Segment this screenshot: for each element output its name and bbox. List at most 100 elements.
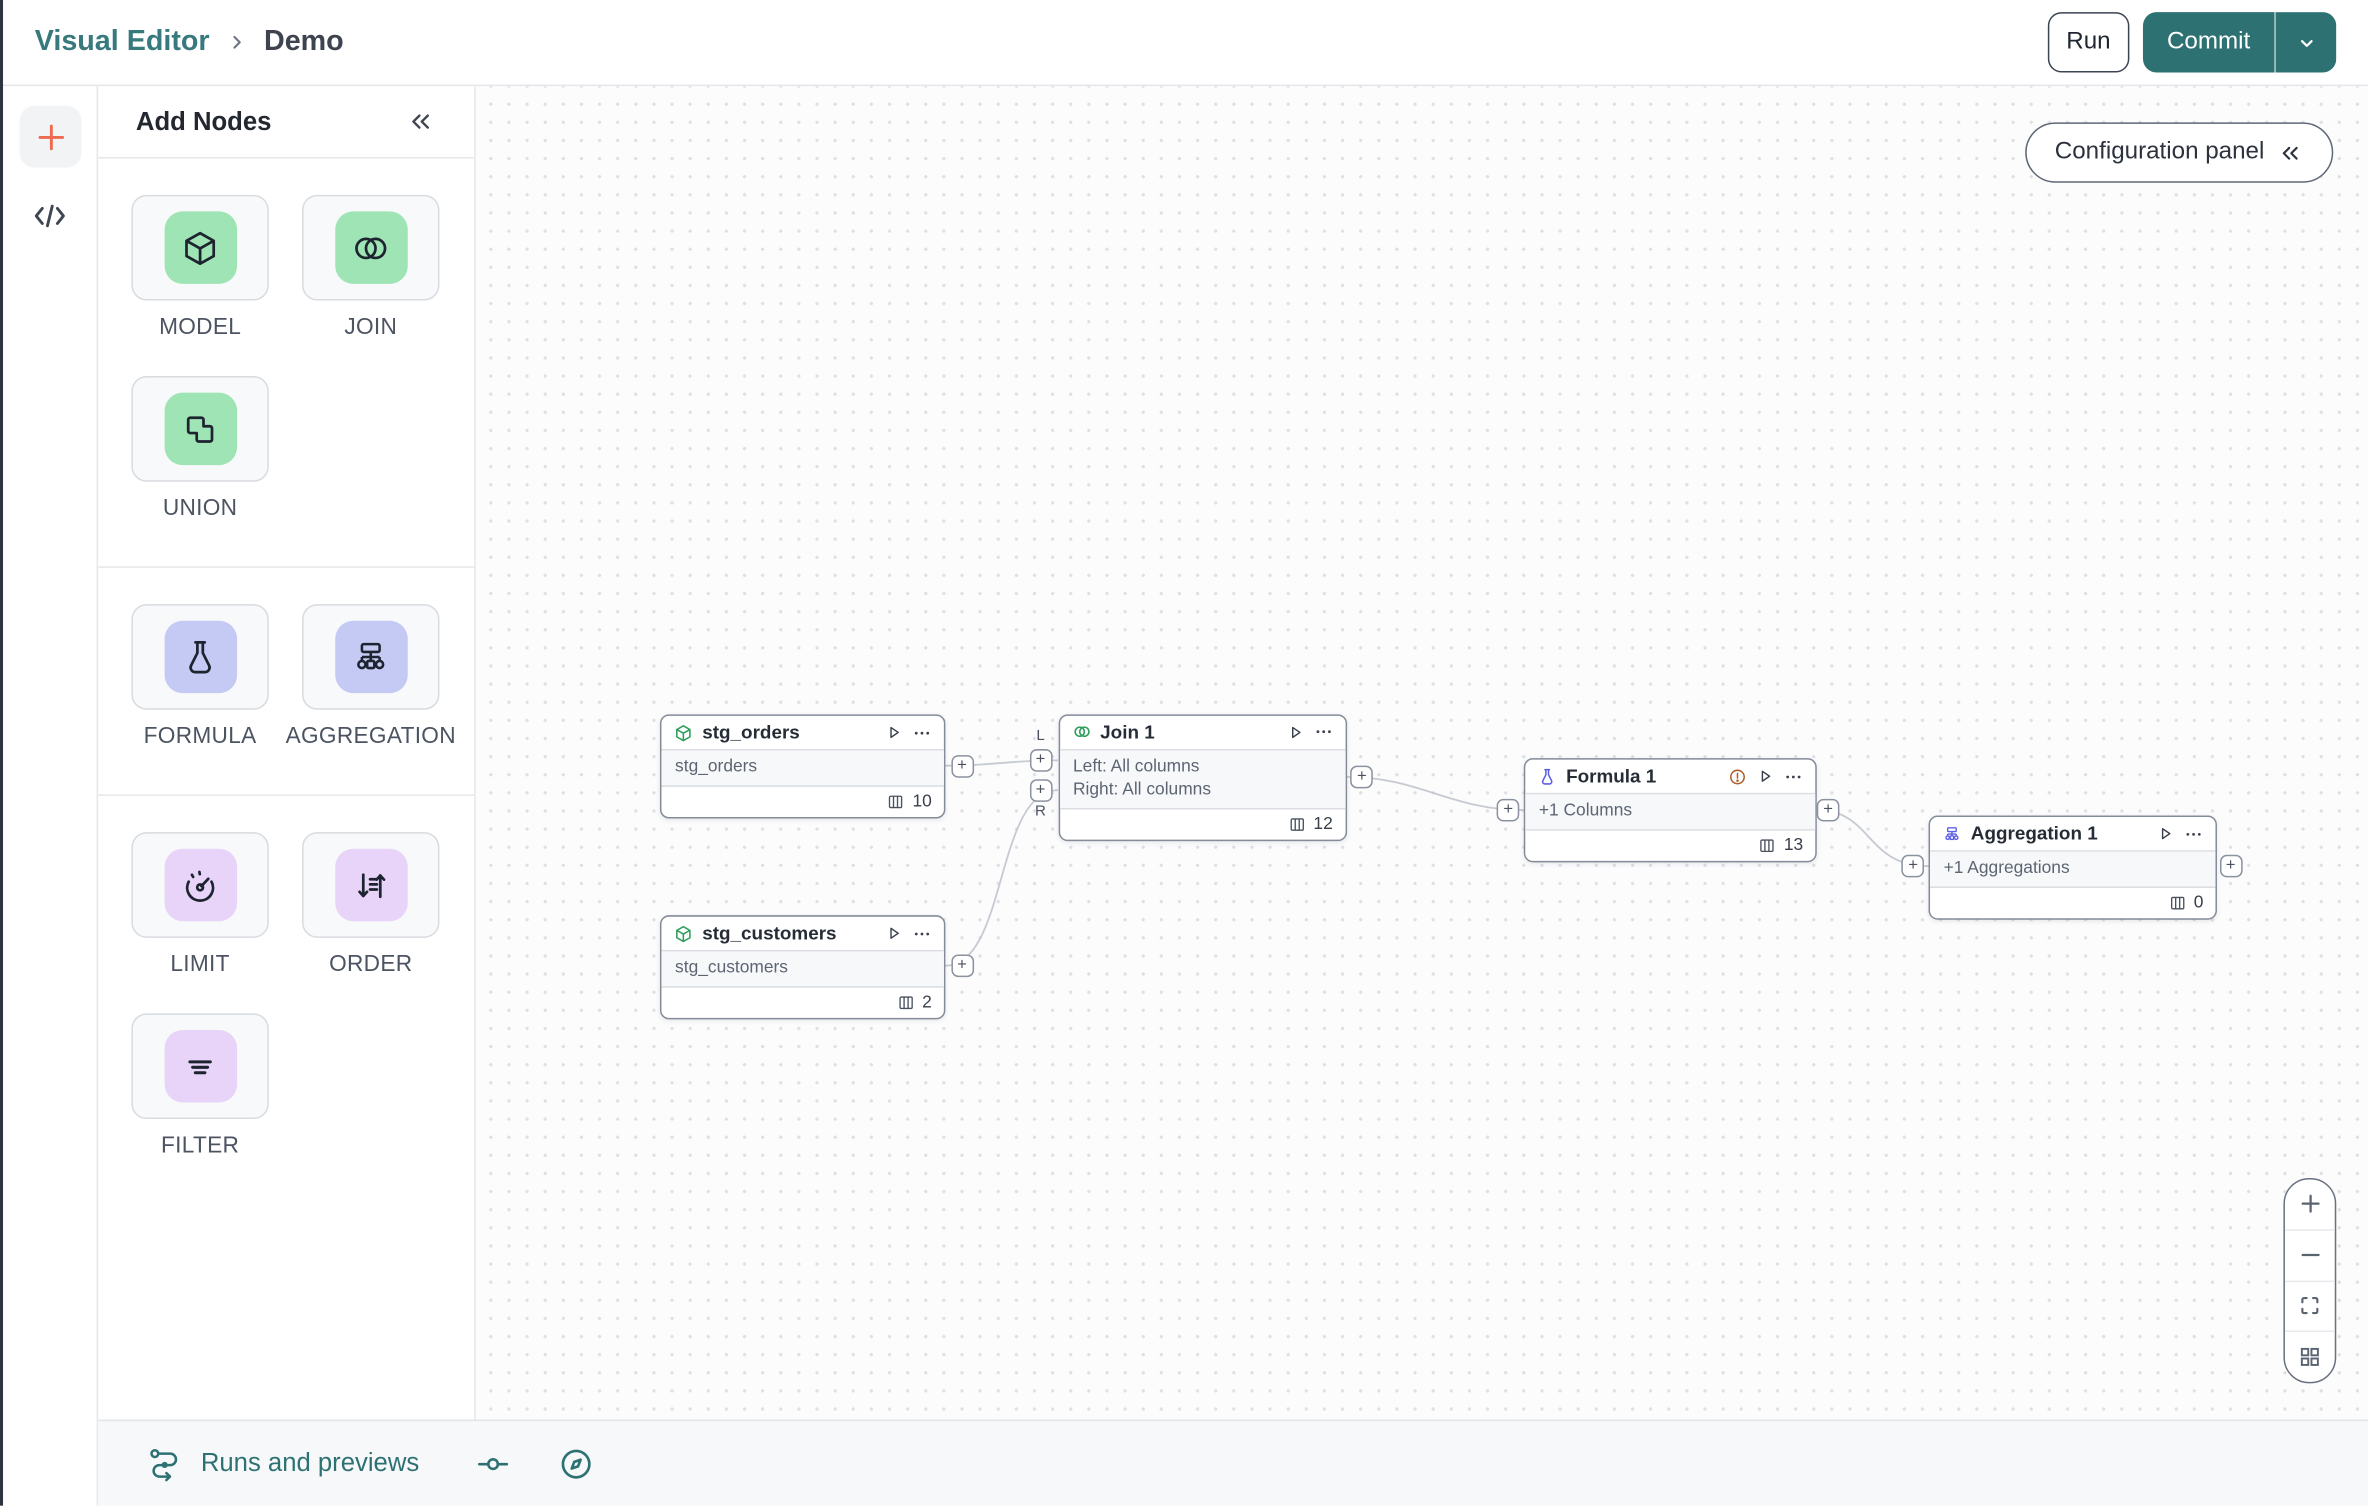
node-menu-icon[interactable] (912, 923, 932, 943)
tile-label: JOIN (344, 314, 398, 340)
handle-aggregation-in[interactable]: + (1901, 854, 1925, 878)
add-nodes-header: Add Nodes (98, 86, 475, 159)
columns-icon (887, 793, 905, 811)
tile-formula[interactable]: FORMULA (131, 604, 269, 749)
handle-formula-out[interactable]: + (1816, 798, 1840, 822)
plus-icon (37, 123, 64, 150)
play-icon[interactable] (2157, 825, 2175, 843)
order-sort-icon (358, 872, 386, 898)
filter-lines-icon (188, 1059, 212, 1074)
join-right-handle-label: R (1035, 803, 1046, 821)
node-title: stg_customers (702, 922, 837, 944)
node-body: stg_customers (661, 951, 944, 988)
model-cube-icon (674, 923, 694, 943)
join-left-config: Left: All columns (1072, 757, 1200, 776)
node-menu-icon[interactable] (1784, 766, 1804, 786)
configuration-panel-button[interactable]: Configuration panel (2025, 122, 2334, 183)
flow-canvas[interactable]: Configuration panel stg_orders stg_order… (475, 86, 2368, 1420)
node-body: +1 Columns (1525, 794, 1816, 831)
column-count: 12 (1313, 814, 1333, 833)
runs-and-previews-button[interactable]: Runs and previews (201, 1448, 419, 1478)
node-menu-icon[interactable] (2184, 824, 2204, 844)
runs-flow-icon (146, 1445, 184, 1483)
handle-stg-customers-out[interactable]: + (950, 954, 974, 978)
node-body: +1 Aggregations (1930, 851, 2216, 888)
tile-filter[interactable]: FILTER (131, 1013, 269, 1159)
canvas-node-aggregation-1[interactable]: Aggregation 1 +1 Aggregations 0 (1928, 815, 2217, 920)
visual-editor-app: Visual Editor Demo Run Commit Add Nodes (0, 0, 2368, 1506)
add-nodes-panel: Add Nodes MODEL JOIN UNION FORMULA AGGRE… (98, 86, 476, 1420)
play-icon[interactable] (1756, 767, 1774, 785)
layout-grid-button[interactable] (2284, 1330, 2335, 1382)
node-menu-icon[interactable] (912, 723, 932, 743)
commit-button[interactable]: Commit (2142, 12, 2275, 73)
node-body: Left: All columns Right: All columns (1059, 749, 1345, 809)
fit-view-icon (2301, 1297, 2319, 1315)
columns-icon (1288, 815, 1306, 833)
join-right-config: Right: All columns (1072, 780, 1212, 799)
handle-stg-orders-out[interactable]: + (950, 754, 974, 777)
tile-aggregation[interactable]: AGGREGATION (286, 604, 456, 749)
code-icon (34, 204, 65, 228)
handle-join-out[interactable]: + (1350, 765, 1374, 789)
tile-label: FILTER (161, 1132, 240, 1159)
zoom-out-button[interactable] (2284, 1228, 2335, 1280)
formula-flask-icon (1537, 766, 1557, 786)
tile-union[interactable]: UNION (131, 376, 269, 521)
canvas-node-stg-customers[interactable]: stg_customers stg_customers 2 (659, 915, 946, 1020)
columns-icon (1758, 837, 1776, 855)
formula-flask-icon (189, 640, 211, 673)
tile-join[interactable]: JOIN (302, 194, 440, 340)
column-count: 10 (912, 792, 932, 811)
tile-limit[interactable]: LIMIT (131, 832, 269, 978)
node-footer: 0 (1930, 888, 2215, 918)
chevron-double-left-icon (2283, 146, 2299, 159)
aggregation-tree-icon (1942, 824, 1962, 844)
commit-node-icon[interactable] (475, 1446, 510, 1481)
tile-group-sources: MODEL JOIN UNION (98, 159, 475, 568)
play-icon[interactable] (885, 723, 903, 741)
handle-formula-in[interactable]: + (1496, 798, 1520, 822)
aggregation-tree-icon (357, 642, 385, 669)
left-rail (0, 86, 99, 1506)
warning-icon[interactable] (1728, 766, 1748, 786)
node-title: stg_orders (702, 721, 800, 744)
plus-icon (2300, 1195, 2319, 1214)
add-button[interactable] (19, 105, 82, 168)
add-nodes-title: Add Nodes (135, 106, 272, 136)
breadcrumb-visual-editor[interactable]: Visual Editor (35, 26, 210, 59)
union-squares-icon (186, 415, 214, 443)
chevron-double-left-icon (412, 114, 429, 129)
node-footer: 13 (1525, 831, 1815, 861)
canvas-node-formula-1[interactable]: Formula 1 +1 Columns 13 (1523, 758, 1817, 863)
tile-model[interactable]: MODEL (131, 194, 269, 340)
tile-order[interactable]: ORDER (302, 832, 440, 977)
columns-icon (2168, 894, 2186, 912)
zoom-in-button[interactable] (2285, 1179, 2335, 1228)
handle-join-left-in[interactable]: + (1029, 749, 1052, 772)
handle-join-right-in[interactable]: + (1029, 778, 1052, 802)
fit-view-button[interactable] (2284, 1279, 2335, 1331)
node-menu-icon[interactable] (1313, 722, 1333, 742)
handle-aggregation-out[interactable]: + (2219, 854, 2242, 878)
node-body: stg_orders (661, 750, 944, 787)
collapse-panel-button[interactable] (406, 107, 435, 136)
column-count: 2 (922, 993, 932, 1012)
breadcrumb-current: Demo (263, 25, 344, 58)
run-button[interactable]: Run (2047, 12, 2130, 73)
breadcrumb-chevron-icon (226, 32, 247, 53)
canvas-node-stg-orders[interactable]: stg_orders stg_orders 10 (659, 714, 946, 819)
tile-label: LIMIT (170, 951, 230, 978)
model-cube-icon (185, 231, 216, 265)
code-view-button[interactable] (18, 195, 81, 237)
minus-icon (2300, 1254, 2319, 1257)
compass-icon[interactable] (557, 1445, 595, 1483)
join-circles-icon (355, 236, 387, 259)
canvas-node-join-1[interactable]: Join 1 Left: All columns Right: All colu… (1057, 713, 1347, 841)
column-count: 0 (2193, 894, 2204, 913)
commit-dropdown-button[interactable] (2274, 12, 2337, 73)
columns-icon (896, 994, 914, 1012)
node-footer: 12 (1059, 809, 1344, 839)
play-icon[interactable] (885, 924, 903, 942)
play-icon[interactable] (1286, 723, 1304, 741)
